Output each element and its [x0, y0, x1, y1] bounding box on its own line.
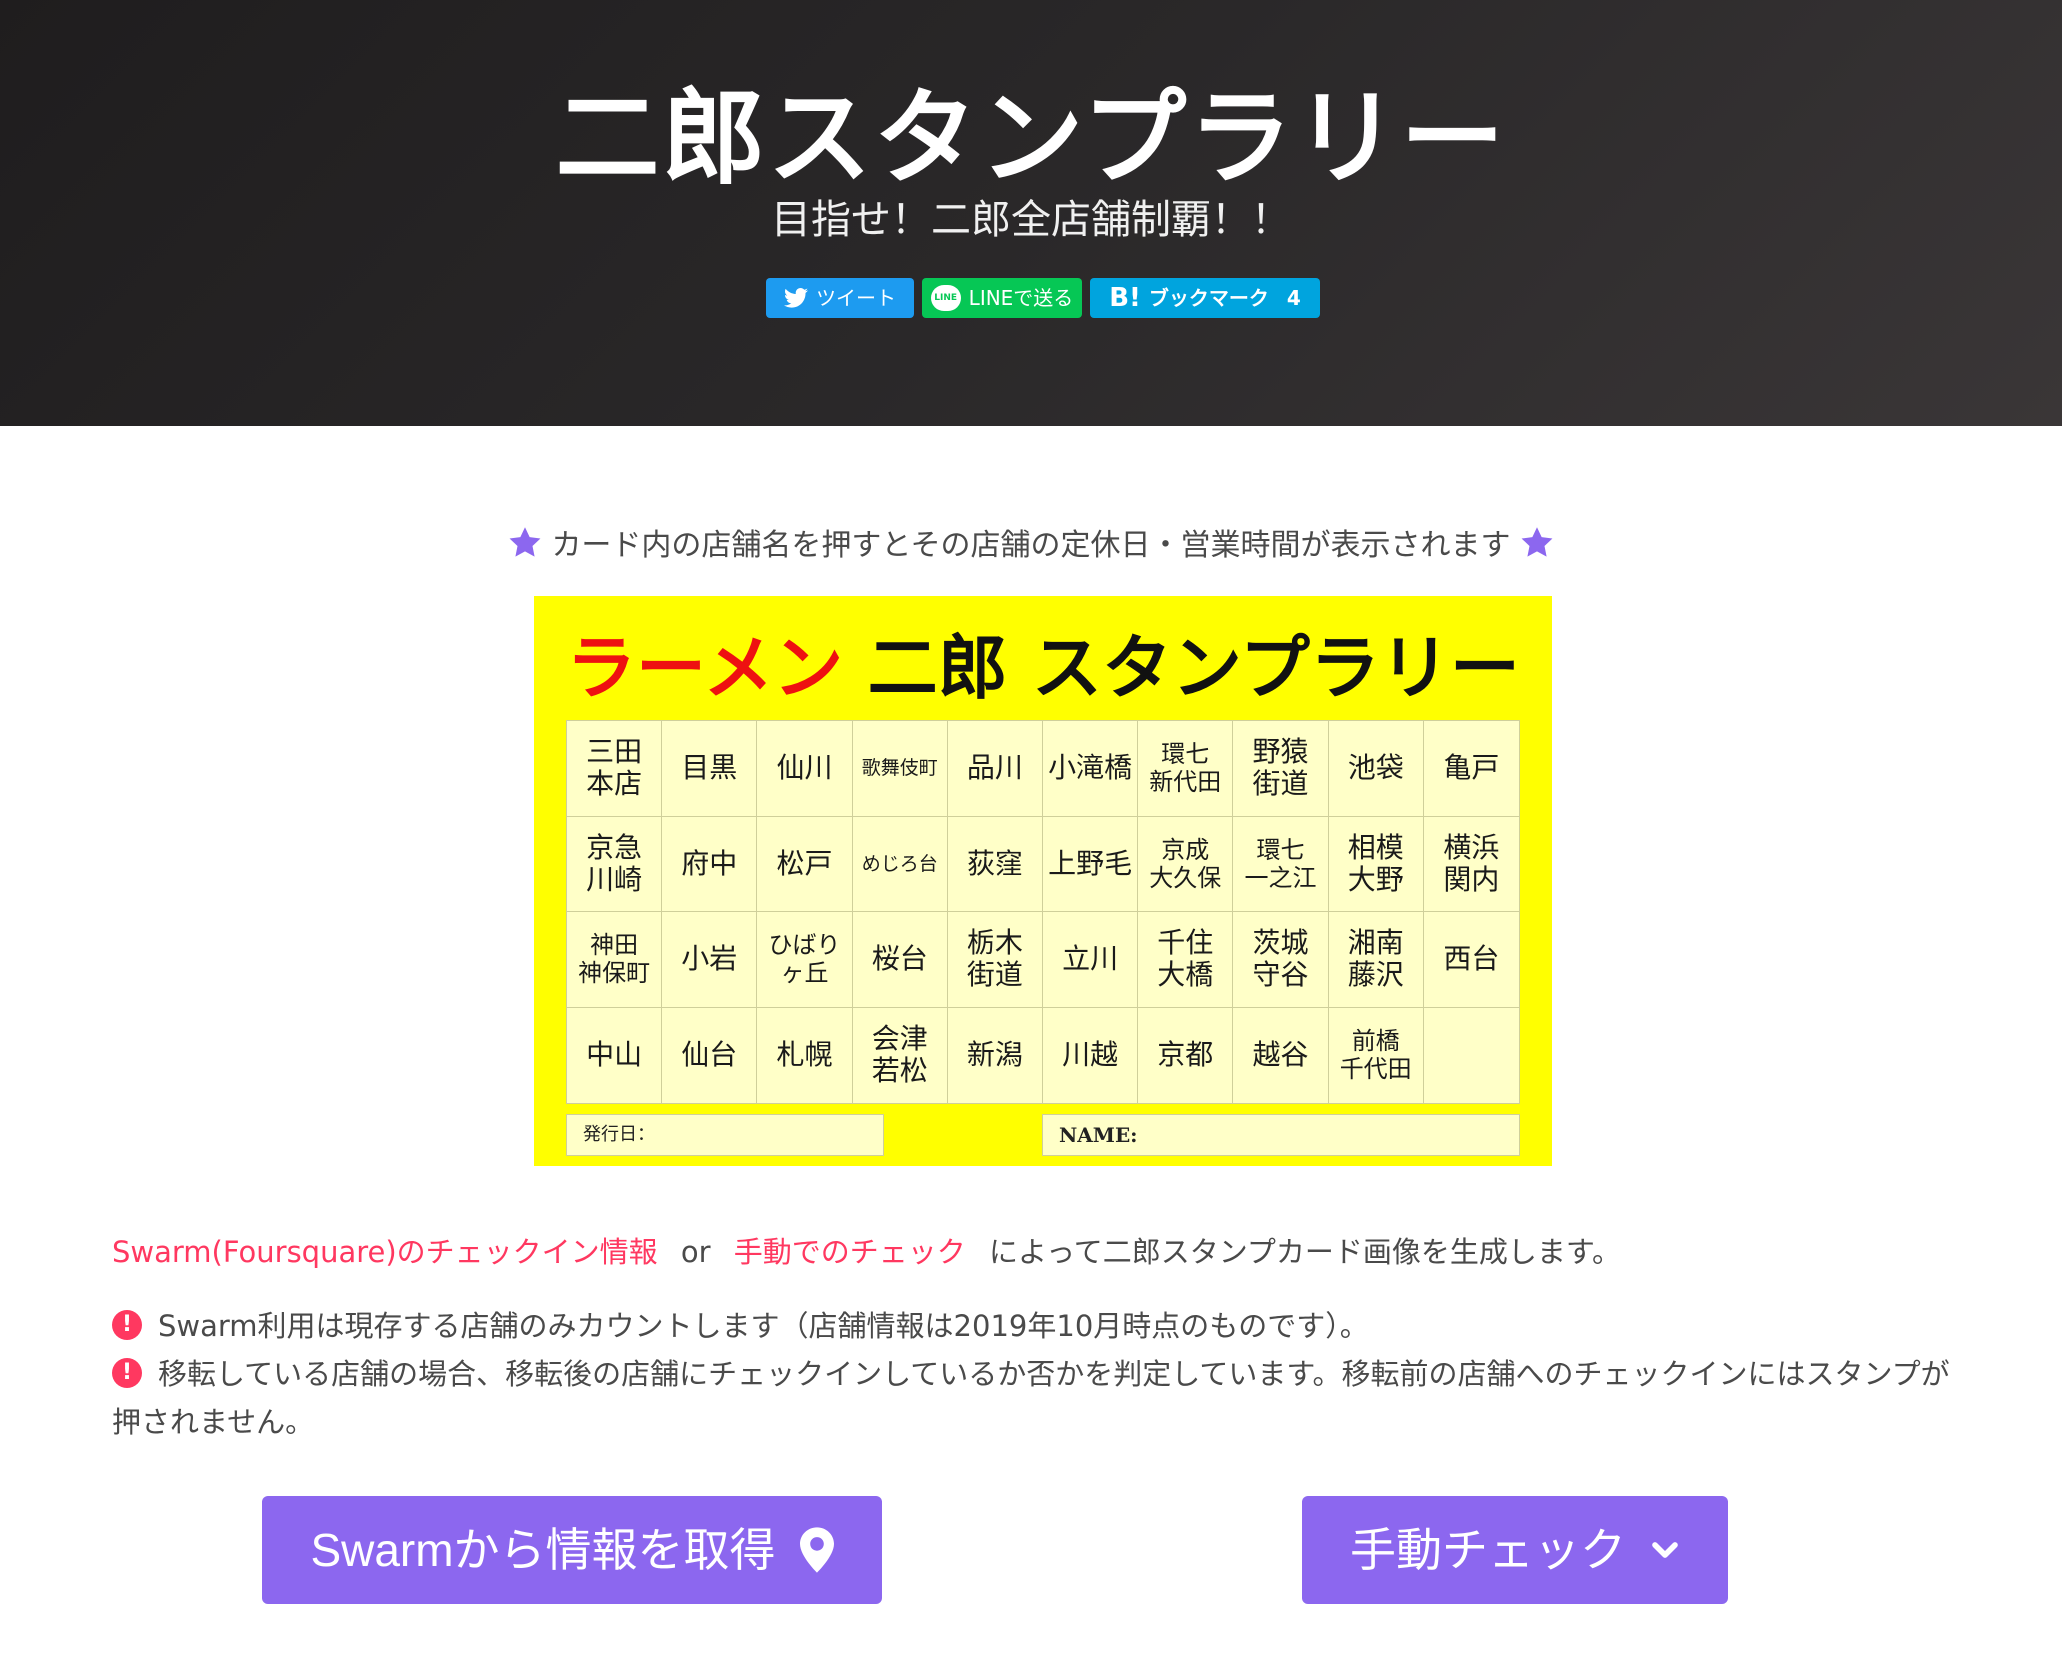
store-cell[interactable]: 荻窪 [947, 816, 1043, 912]
empty-cell [1424, 1008, 1519, 1104]
card-notice-text: カード内の店舗名を押すとその店舗の定休日・営業時間が表示されます [551, 528, 1511, 563]
store-cell[interactable]: 目黒 [662, 721, 758, 817]
name-field: NAME: [1042, 1114, 1520, 1156]
store-cell[interactable]: 相模 大野 [1328, 816, 1424, 912]
swarm-fetch-button[interactable]: Swarmから情報を取得 [262, 1496, 882, 1604]
store-cell[interactable]: 越谷 [1233, 1007, 1329, 1103]
card-title: ラーメン 二郎 スタンプラリー [534, 626, 1552, 710]
store-cell[interactable]: 栃木 街道 [947, 912, 1043, 1008]
chevron-down-icon [1652, 1542, 1678, 1558]
store-cell[interactable]: 千住 大橋 [1138, 912, 1234, 1008]
store-cell[interactable]: 仙台 [662, 1007, 758, 1103]
store-cell[interactable]: 川越 [1043, 1007, 1139, 1103]
store-cell[interactable]: 前橋 千代田 [1329, 1007, 1424, 1103]
store-cell[interactable]: めじろ台 [852, 816, 948, 912]
manual-check-button[interactable]: 手動チェック [1302, 1496, 1728, 1604]
line-label: LINEで送る [968, 286, 1074, 310]
store-cell[interactable]: 横浜 関内 [1423, 817, 1519, 912]
store-cell[interactable]: 京都 [1138, 1007, 1234, 1103]
manual-check-link[interactable]: 手動でのチェック [734, 1235, 966, 1269]
card-title-main: 二郎 スタンプラリー [867, 627, 1520, 709]
store-cell[interactable]: 立川 [1042, 912, 1139, 1008]
stamp-card: ラーメン 二郎 スタンプラリー 三田 本店 目黒 仙川 歌舞伎町 品川 小滝橋 環七 新代田… [534, 596, 1552, 1166]
star-icon [1521, 526, 1552, 557]
warning-swarm-scope: ! Swarm利用は現存する店舗のみカウントします（店舗情報は2019年10月時点… [112, 1302, 1952, 1350]
swarm-fetch-label: Swarmから情報を取得 [310, 1524, 776, 1576]
store-cell[interactable]: 仙川 [757, 721, 853, 817]
warning-relocation: ! 移転している店舗の場合、移転後の店舗にチェックインしているか否かを判定していま… [112, 1350, 1952, 1446]
store-cell[interactable]: ひばり ヶ丘 [757, 912, 853, 1008]
store-cell[interactable]: 神田 神保町 [567, 912, 663, 1008]
card-notice: カード内の店舗名を押すとその店舗の定休日・営業時間が表示されます [0, 522, 2062, 570]
store-cell[interactable]: 三田 本店 [567, 721, 663, 817]
hero: 二郎スタンプラリー 目指せ！二郎全店舗制覇！！ ツイート LINE LINEで送… [0, 0, 2062, 426]
exclamation-icon: ! [112, 1310, 142, 1340]
store-cell[interactable]: 茨城 守谷 [1233, 912, 1329, 1008]
store-cell[interactable]: 環七 新代田 [1138, 721, 1234, 817]
warning-text: 移転している店舗の場合、移転後の店舗にチェックインしているか否かを判定しています… [112, 1357, 1950, 1439]
store-cell[interactable]: 湘南 藤沢 [1328, 912, 1424, 1008]
hatena-count: 4 [1286, 286, 1301, 310]
issue-date-field: 発行日： [566, 1114, 884, 1156]
page-subtitle: 目指せ！二郎全店舗制覇！！ [771, 197, 1291, 243]
hatena-icon: B! [1109, 283, 1141, 313]
star-icon [509, 526, 541, 557]
store-cell[interactable]: 小滝橋 [1042, 721, 1139, 817]
store-cell[interactable]: 池袋 [1328, 721, 1424, 817]
hatena-bookmark-button[interactable]: B! ブックマーク 4 [1090, 278, 1320, 318]
tweet-button[interactable]: ツイート [766, 278, 914, 318]
line-share-button[interactable]: LINE LINEで送る [922, 278, 1082, 318]
store-cell[interactable]: 西台 [1423, 912, 1519, 1008]
description-rest: によって二郎スタンプカード画像を生成します。 [989, 1235, 1621, 1269]
map-pin-icon [799, 1527, 834, 1573]
exclamation-icon: ! [112, 1358, 142, 1388]
warning-text: Swarm利用は現存する店舗のみカウントします（店舗情報は2019年10月時点の… [158, 1309, 1369, 1343]
description: Swarm(Foursquare)のチェックイン情報 or 手動でのチェック に… [112, 1230, 1621, 1274]
twitter-bird-icon [784, 288, 808, 308]
card-title-ramen: ラーメン [566, 627, 844, 709]
store-cell[interactable]: 品川 [947, 721, 1043, 817]
hatena-label: ブックマーク [1148, 286, 1269, 310]
store-grid: 三田 本店 目黒 仙川 歌舞伎町 品川 小滝橋 環七 新代田 野猿 街道 池袋 亀戸京急 川崎 府中… [566, 720, 1520, 1104]
store-cell[interactable]: 札幌 [757, 1007, 853, 1103]
store-cell[interactable]: 中山 [567, 1007, 663, 1103]
store-cell[interactable]: 京成 大久保 [1138, 816, 1234, 912]
store-cell[interactable]: 桜台 [852, 912, 948, 1008]
store-cell[interactable]: 小岩 [662, 912, 758, 1008]
page-title: 二郎スタンプラリー [555, 77, 1507, 199]
line-icon: LINE [930, 285, 961, 311]
store-cell[interactable]: 環七 一之江 [1233, 816, 1329, 912]
store-cell[interactable]: 上野毛 [1042, 816, 1139, 912]
store-cell[interactable]: 亀戸 [1423, 721, 1519, 817]
store-cell[interactable]: 松戸 [757, 816, 853, 912]
store-cell[interactable]: 新潟 [948, 1007, 1043, 1103]
tweet-label: ツイート [816, 286, 896, 310]
store-cell[interactable]: 京急 川崎 [567, 816, 663, 912]
store-cell[interactable]: 会津 若松 [853, 1007, 948, 1103]
swarm-checkin-link[interactable]: Swarm(Foursquare)のチェックイン情報 [112, 1235, 658, 1269]
store-cell[interactable]: 野猿 街道 [1233, 721, 1329, 817]
manual-check-label: 手動チェック [1350, 1524, 1626, 1576]
or-text: or [680, 1235, 711, 1269]
store-cell[interactable]: 歌舞伎町 [852, 721, 948, 817]
store-cell[interactable]: 府中 [662, 816, 758, 912]
